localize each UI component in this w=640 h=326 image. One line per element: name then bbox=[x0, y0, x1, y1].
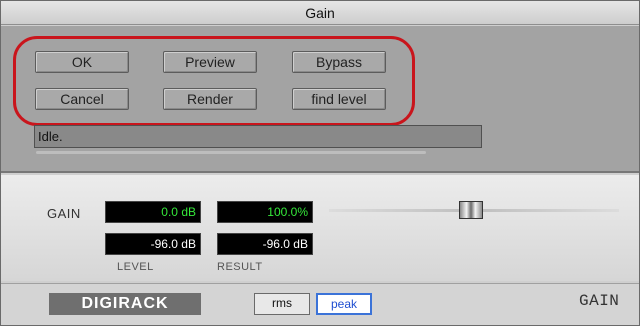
gain-label: GAIN bbox=[47, 206, 81, 221]
result-label: RESULT bbox=[217, 261, 263, 273]
cancel-button[interactable]: Cancel bbox=[35, 88, 129, 110]
rms-button[interactable]: rms bbox=[254, 293, 310, 315]
gain-slider-thumb[interactable] bbox=[459, 201, 483, 219]
digirack-logo: DIGIRACK bbox=[49, 293, 201, 315]
status-scrollbar[interactable] bbox=[34, 151, 482, 156]
find-level-button[interactable]: find level bbox=[292, 88, 386, 110]
plugin-name-label: GAIN bbox=[579, 292, 620, 310]
gain-percent-readout[interactable]: 100.0% bbox=[217, 201, 313, 223]
status-field: Idle. bbox=[34, 125, 482, 148]
level-readout: -96.0 dB bbox=[105, 233, 201, 255]
level-label: LEVEL bbox=[117, 261, 154, 273]
render-button[interactable]: Render bbox=[163, 88, 257, 110]
status-scroll-thumb[interactable] bbox=[36, 151, 426, 154]
ok-button[interactable]: OK bbox=[35, 51, 129, 73]
result-readout: -96.0 dB bbox=[217, 233, 313, 255]
peak-button[interactable]: peak bbox=[316, 293, 372, 315]
window-title: Gain bbox=[1, 1, 639, 25]
buttons-highlight-ring bbox=[13, 36, 415, 126]
gain-control-panel bbox=[1, 175, 639, 281]
bypass-button[interactable]: Bypass bbox=[292, 51, 386, 73]
gain-plugin-window: Gain OK Preview Bypass Cancel Render fin… bbox=[0, 0, 640, 326]
preview-button[interactable]: Preview bbox=[163, 51, 257, 73]
gain-db-readout[interactable]: 0.0 dB bbox=[105, 201, 201, 223]
